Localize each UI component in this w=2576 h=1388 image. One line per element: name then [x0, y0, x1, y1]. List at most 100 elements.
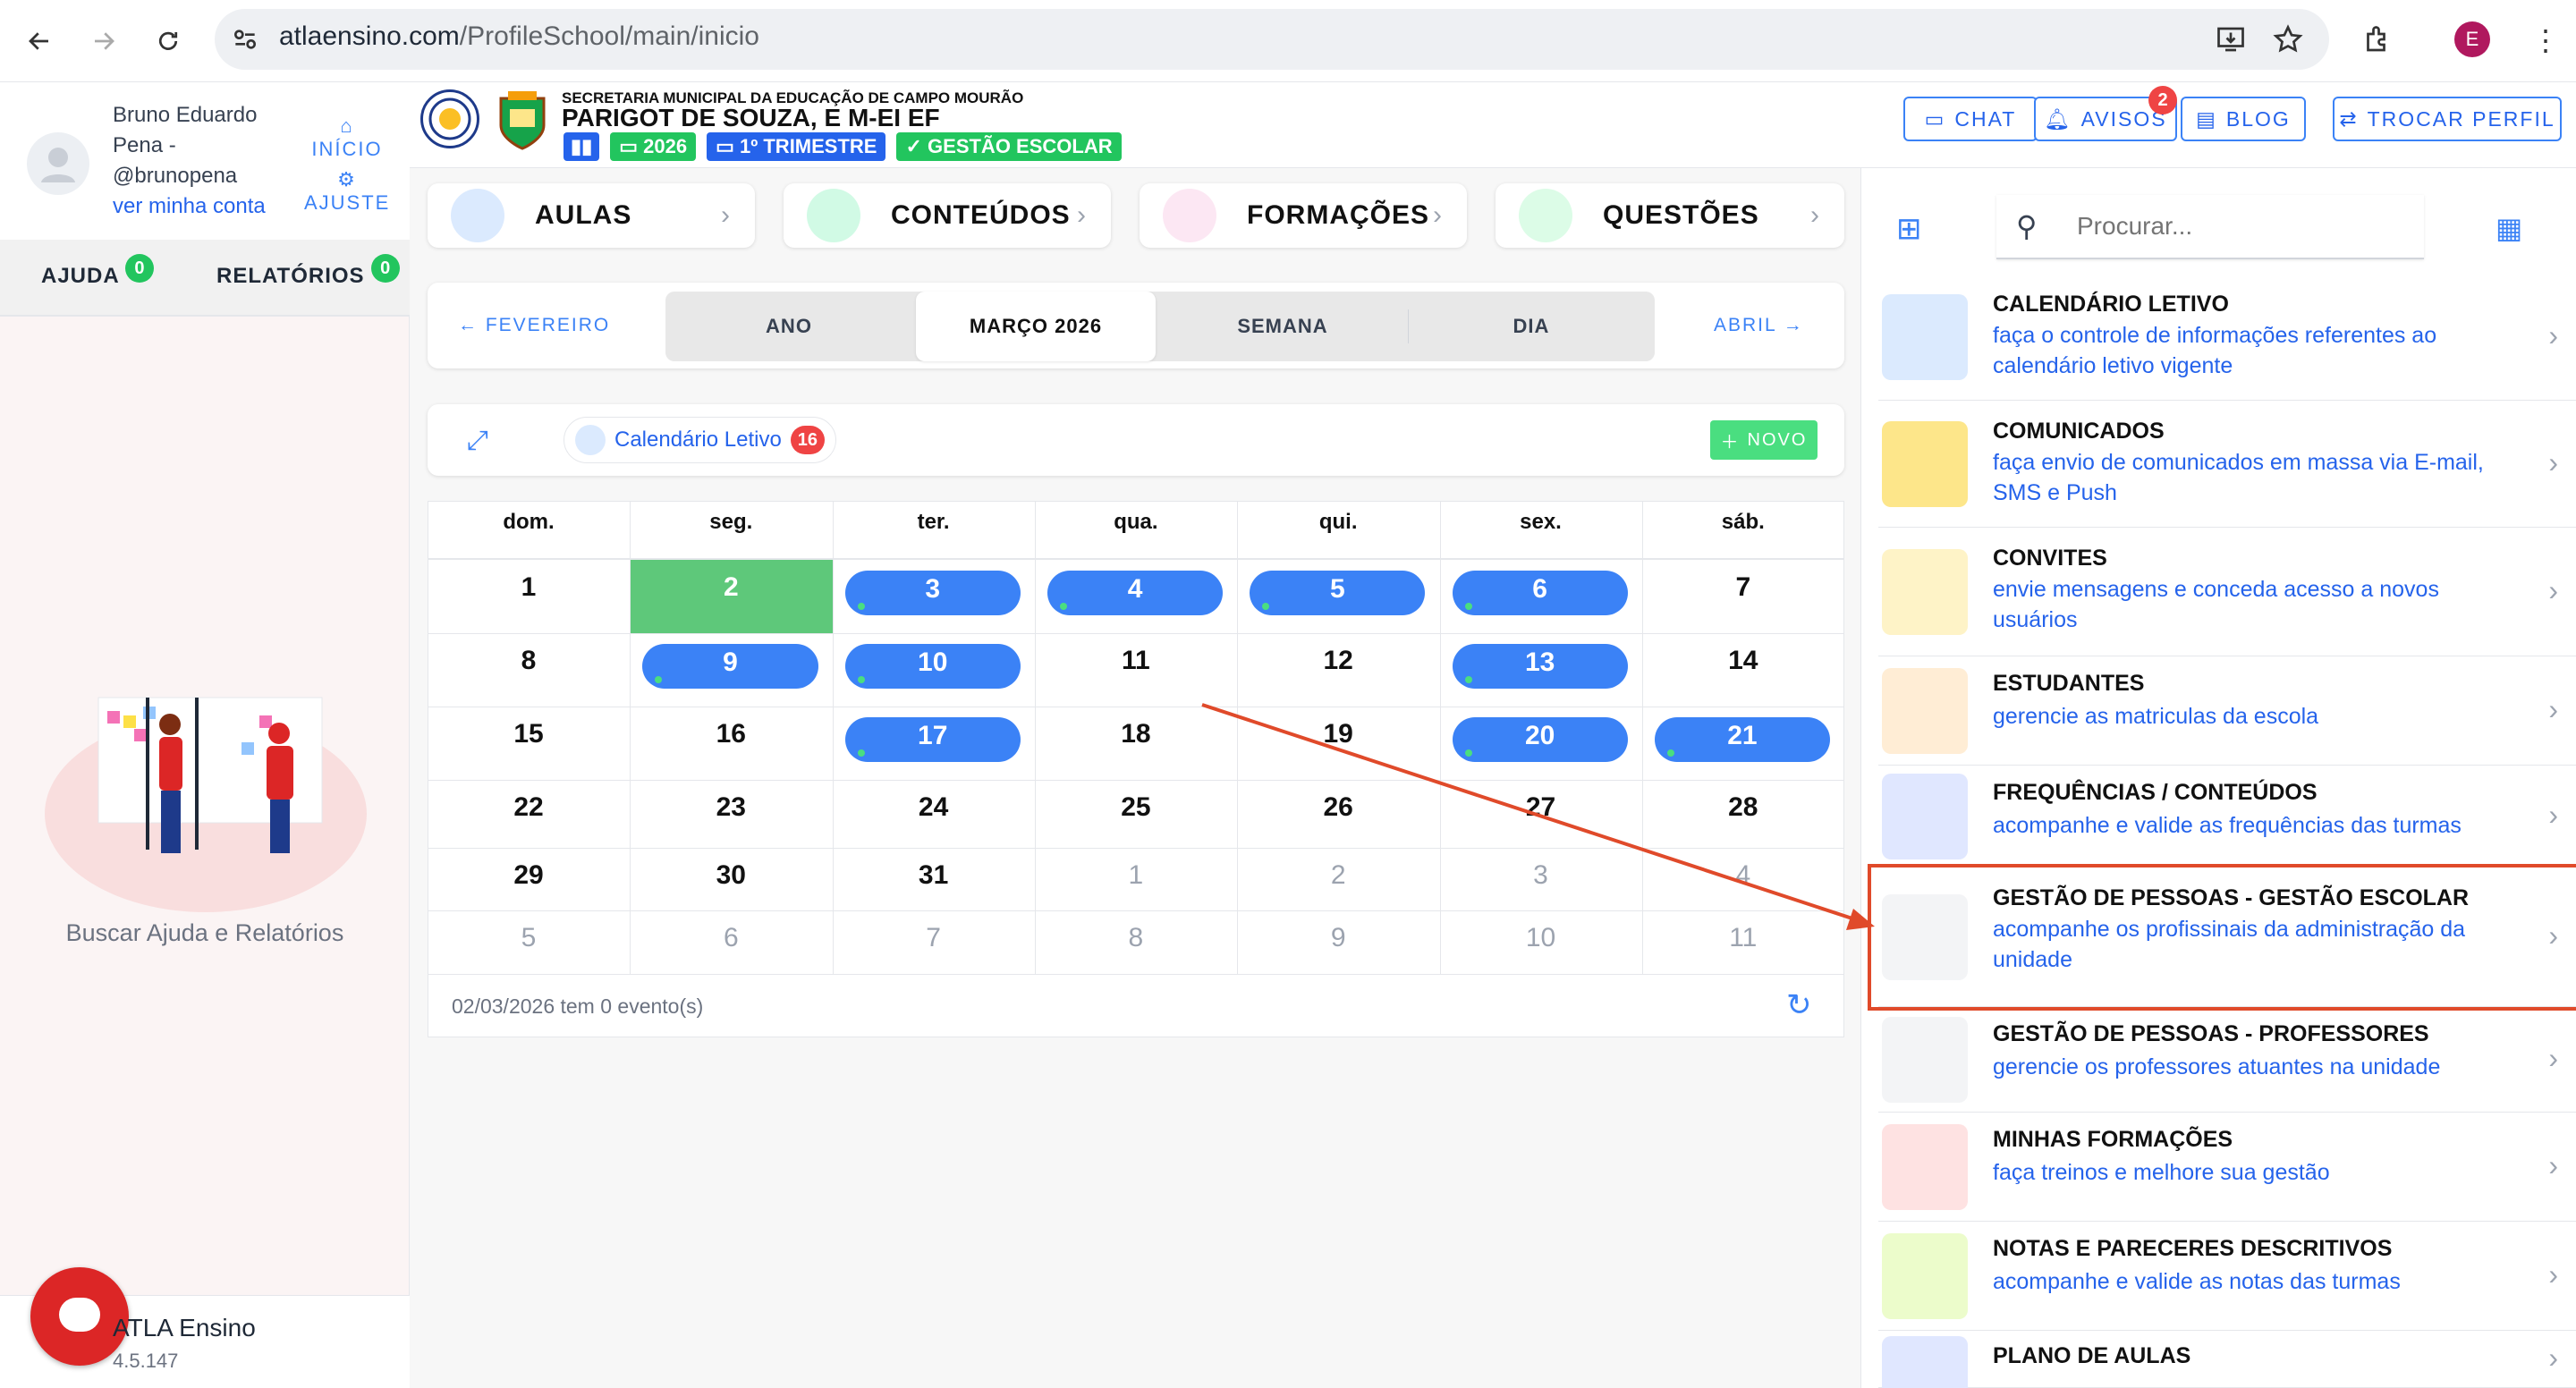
- day-number[interactable]: 1: [428, 572, 630, 603]
- day-number[interactable]: 9: [1237, 923, 1439, 953]
- expand-icon[interactable]: ⤢: [467, 426, 488, 456]
- nav-card-questoes[interactable]: QUESTÕES ›: [1496, 183, 1844, 248]
- extensions-icon[interactable]: [2361, 23, 2394, 60]
- footer-box: ATLA Ensino 4.5.147: [0, 1267, 410, 1388]
- nav-card-conteudos[interactable]: CONTEÚDOS ›: [784, 183, 1111, 248]
- period-tag[interactable]: ▭ 1º TRIMESTRE: [707, 132, 886, 161]
- segment-semana[interactable]: SEMANA: [1159, 292, 1406, 361]
- day-number[interactable]: 1: [1035, 860, 1237, 891]
- menu-item[interactable]: MINHAS FORMAÇÕES faça treinos e melhore …: [1878, 1113, 2576, 1222]
- day-number[interactable]: 27: [1440, 792, 1642, 823]
- calendar-status-text: 02/03/2026 tem 0 evento(s): [452, 994, 704, 1018]
- day-number[interactable]: 16: [630, 719, 832, 749]
- day-number[interactable]: 26: [1237, 792, 1439, 823]
- day-number[interactable]: 29: [428, 860, 630, 891]
- chevron-right-icon: ›: [1077, 200, 1086, 230]
- nav-card-formacoes[interactable]: FORMAÇÕES ›: [1140, 183, 1467, 248]
- day-number[interactable]: 24: [833, 792, 1035, 823]
- day-number[interactable]: 28: [1642, 792, 1844, 823]
- blog-button[interactable]: ▤ BLOG: [2181, 97, 2306, 141]
- day-number[interactable]: 7: [833, 923, 1035, 953]
- menu-item[interactable]: CONVITES envie mensagens e conceda acess…: [1878, 528, 2576, 656]
- day-number[interactable]: 25: [1035, 792, 1237, 823]
- day-number[interactable]: 6: [630, 923, 832, 953]
- segment-ano[interactable]: ANO: [665, 292, 912, 361]
- menu-item[interactable]: FREQUÊNCIAS / CONTEÚDOS acompanhe e vali…: [1878, 766, 2576, 868]
- role-tag[interactable]: ✓ GESTÃO ESCOLAR: [896, 132, 1122, 161]
- year-tag[interactable]: ▭ 2026: [610, 132, 697, 161]
- day-number[interactable]: 11: [1642, 923, 1844, 953]
- trocar-perfil-button[interactable]: ⇄ TROCAR PERFIL: [2333, 97, 2562, 141]
- event-day-pill[interactable]: 5: [1250, 571, 1426, 615]
- day-number[interactable]: 8: [1035, 923, 1237, 953]
- menu-item[interactable]: PLANO DE AULAS ›: [1878, 1331, 2576, 1388]
- search-box[interactable]: ⚲: [1996, 195, 2424, 259]
- chart-icon[interactable]: ▮▮: [564, 132, 600, 161]
- event-day-pill[interactable]: 20: [1452, 717, 1628, 762]
- account-link[interactable]: ver minha conta: [113, 191, 266, 222]
- event-day-pill[interactable]: 10: [844, 644, 1021, 689]
- ajuste-button[interactable]: ⚙ AJUSTE: [304, 168, 390, 215]
- event-day-pill[interactable]: 6: [1452, 571, 1628, 615]
- day-number[interactable]: 22: [428, 792, 630, 823]
- day-number[interactable]: 4: [1642, 860, 1844, 891]
- menu-item[interactable]: GESTÃO DE PESSOAS - PROFESSORES gerencie…: [1878, 1007, 2576, 1113]
- day-number[interactable]: 7: [1642, 572, 1844, 603]
- day-number[interactable]: 5: [428, 923, 630, 953]
- day-number[interactable]: 12: [1237, 646, 1439, 676]
- reload-icon[interactable]: [147, 20, 190, 63]
- event-day-pill[interactable]: 13: [1452, 644, 1628, 689]
- day-number[interactable]: 31: [833, 860, 1035, 891]
- url-text[interactable]: atlaensino.com/ProfileSchool/main/inicio: [279, 21, 759, 52]
- segment-dia[interactable]: DIA: [1410, 292, 1653, 361]
- menu-item[interactable]: ESTUDANTES gerencie as matriculas da esc…: [1878, 656, 2576, 766]
- inicio-button[interactable]: ⌂ INÍCIO: [304, 114, 390, 161]
- nav-card-aulas[interactable]: AULAS ›: [428, 183, 755, 248]
- event-day-pill[interactable]: 21: [1654, 717, 1831, 762]
- menu-item[interactable]: NOTAS E PARECERES DESCRITIVOS acompanhe …: [1878, 1222, 2576, 1331]
- new-event-button[interactable]: ＋ NOVO: [1710, 420, 1818, 460]
- tab-relatorios[interactable]: RELATÓRIOS 0: [216, 254, 401, 292]
- site-settings-icon[interactable]: [231, 25, 259, 58]
- profile-avatar[interactable]: E: [2454, 21, 2490, 57]
- day-number[interactable]: 23: [630, 792, 832, 823]
- prev-month-button[interactable]: ← FEVEREIRO: [458, 315, 610, 336]
- user-name-line2: Pena -: [113, 133, 176, 157]
- qr-code-icon[interactable]: ▦: [2496, 211, 2522, 245]
- event-day-pill[interactable]: 4: [1046, 571, 1224, 615]
- day-number[interactable]: 2: [630, 572, 832, 603]
- next-month-button[interactable]: ABRIL →: [1714, 315, 1804, 336]
- search-input[interactable]: [2077, 207, 2399, 245]
- day-number[interactable]: 2: [1237, 860, 1439, 891]
- weekday-header: dom.: [503, 510, 555, 534]
- day-number[interactable]: 19: [1237, 719, 1439, 749]
- forward-icon[interactable]: [82, 20, 125, 63]
- install-app-icon[interactable]: [2215, 23, 2247, 60]
- refresh-icon[interactable]: ↻: [1786, 987, 1812, 1023]
- menu-item[interactable]: CALENDÁRIO LETIVO faça o controle de inf…: [1878, 274, 2576, 401]
- chat-button[interactable]: ▭ CHAT: [1903, 97, 2038, 141]
- menu-item-title: FREQUÊNCIAS / CONTEÚDOS: [1993, 780, 2318, 805]
- segment-month-active[interactable]: MARÇO 2026: [916, 292, 1156, 361]
- day-number[interactable]: 3: [1440, 860, 1642, 891]
- back-icon[interactable]: [18, 20, 61, 63]
- menu-kebab-icon[interactable]: ⋮: [2531, 23, 2560, 57]
- event-day-pill[interactable]: 9: [642, 644, 818, 689]
- menu-item[interactable]: COMUNICADOS faça envio de comunicados em…: [1878, 401, 2576, 528]
- tab-ajuda[interactable]: AJUDA 0: [41, 254, 155, 292]
- bookmark-star-icon[interactable]: [2272, 23, 2304, 60]
- day-number[interactable]: 18: [1035, 719, 1237, 749]
- day-number[interactable]: 8: [428, 646, 630, 676]
- event-day-pill[interactable]: 3: [844, 571, 1021, 615]
- day-number[interactable]: 10: [1440, 923, 1642, 953]
- menu-item[interactable]: GESTÃO DE PESSOAS - GESTÃO ESCOLAR acomp…: [1878, 868, 2576, 1007]
- day-number[interactable]: 14: [1642, 646, 1844, 676]
- event-day-pill[interactable]: 17: [844, 717, 1021, 762]
- grid-view-icon[interactable]: ⊞: [1896, 211, 1922, 247]
- calendar-filter-chip[interactable]: Calendário Letivo 16: [564, 417, 837, 463]
- day-number[interactable]: 15: [428, 719, 630, 749]
- city-crest: [496, 89, 549, 152]
- day-number[interactable]: 30: [630, 860, 832, 891]
- avatar[interactable]: [27, 132, 89, 195]
- day-number[interactable]: 11: [1035, 646, 1237, 676]
